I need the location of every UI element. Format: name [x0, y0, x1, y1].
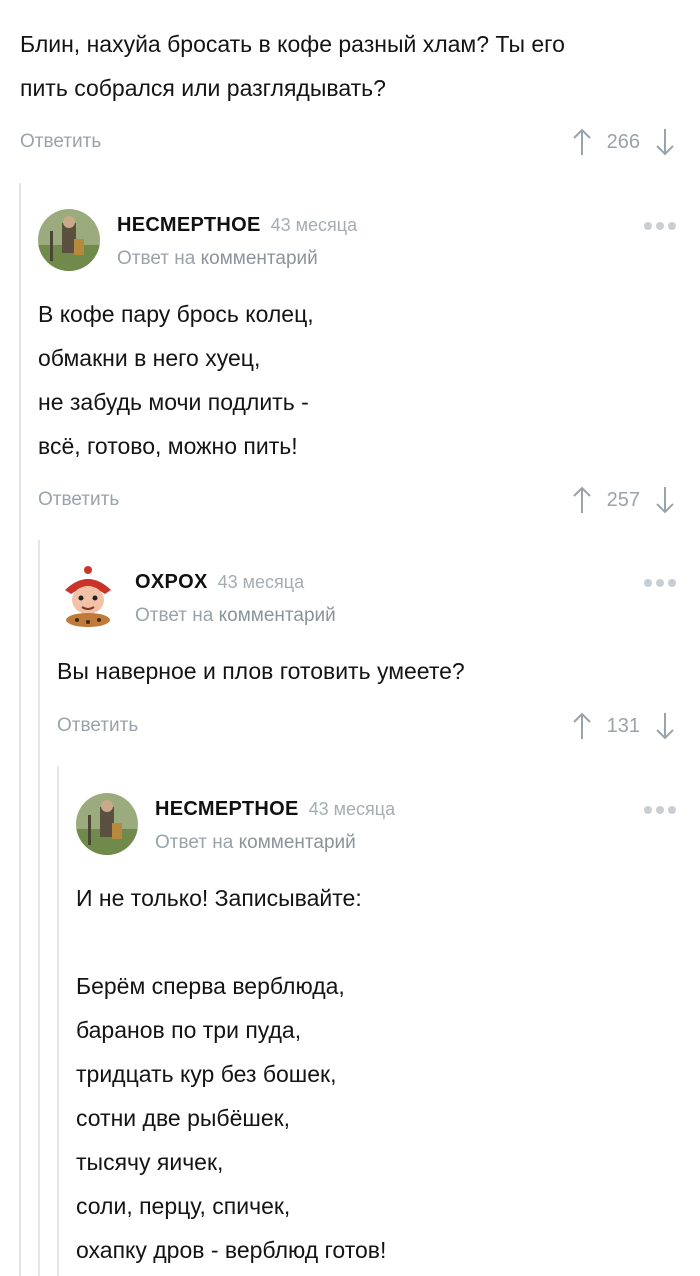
avatar-image: [76, 793, 138, 855]
reply-to-prefix: Ответ на: [155, 832, 234, 853]
reply-button[interactable]: Ответить: [38, 489, 119, 511]
comment-text: Вы наверное и плов готовить умеете?: [57, 658, 465, 684]
arrow-up-icon[interactable]: [571, 485, 593, 515]
thread-line[interactable]: [57, 766, 59, 1276]
vote-control: 266: [571, 127, 676, 157]
author-name[interactable]: НЕСМЕРТНОЕ: [155, 798, 299, 820]
poem-line-1: Берём сперва верблюда,: [76, 973, 345, 999]
author-name[interactable]: НЕСМЕРТНОЕ: [117, 214, 261, 236]
poem-line-7: охапку дров - верблюд готов!: [76, 1237, 387, 1263]
comment-header: НЕСМЕРТНОЕ 43 месяца: [117, 214, 357, 237]
arrow-up-icon[interactable]: [571, 127, 593, 157]
arrow-down-icon[interactable]: [654, 711, 676, 741]
comment-text-line-4: всё, готово, можно пить!: [38, 433, 298, 459]
reply-to-prefix: Ответ на: [117, 248, 196, 269]
author-name[interactable]: OXPOX: [135, 571, 208, 593]
reply-to: Ответ на комментарий: [117, 248, 318, 270]
poem-line-5: тысячу яичек,: [76, 1149, 224, 1175]
reply-button[interactable]: Ответить: [20, 131, 101, 153]
comment-text-line-3: не забудь мочи подлить -: [38, 389, 309, 415]
top-comment-text-line-1: Блин, нахуйа бросать в кофе разный хлам?…: [20, 31, 565, 57]
comment-header: НЕСМЕРТНОЕ 43 месяца: [155, 798, 395, 821]
score: 266: [606, 130, 640, 153]
avatar[interactable]: [57, 566, 119, 628]
reply-to-link[interactable]: комментарий: [219, 605, 336, 626]
comment-header: OXPOX 43 месяца: [135, 571, 304, 594]
vote-control: 131: [571, 711, 676, 741]
reply-to: Ответ на комментарий: [135, 605, 336, 627]
timestamp[interactable]: 43 месяца: [271, 215, 357, 235]
timestamp[interactable]: 43 месяца: [309, 799, 395, 819]
score: 257: [606, 488, 640, 511]
poem-line-6: соли, перцу, спичек,: [76, 1193, 291, 1219]
arrow-down-icon[interactable]: [654, 485, 676, 515]
poem-line-4: сотни две рыбёшек,: [76, 1105, 291, 1131]
comment-intro: И не только! Записывайте:: [76, 885, 362, 911]
comment-text-line-2: обмакни в него хуец,: [38, 345, 261, 371]
avatar[interactable]: [38, 209, 100, 271]
poem-line-2: баранов по три пуда,: [76, 1017, 302, 1043]
timestamp[interactable]: 43 месяца: [218, 572, 304, 592]
reply-to-prefix: Ответ на: [135, 605, 214, 626]
avatar-image: [65, 566, 111, 627]
more-dots-icon[interactable]: [644, 806, 676, 814]
thread-line[interactable]: [38, 540, 40, 1276]
arrow-up-icon[interactable]: [571, 711, 593, 741]
vote-control: 257: [571, 485, 676, 515]
reply-to: Ответ на комментарий: [155, 832, 356, 854]
score: 131: [606, 714, 640, 737]
comment-text-line-1: В кофе пару брось колец,: [38, 301, 314, 327]
avatar-image: [38, 209, 100, 271]
reply-to-link[interactable]: комментарий: [201, 248, 318, 269]
top-comment-text-line-2: пить собрался или разглядывать?: [20, 75, 386, 101]
avatar[interactable]: [76, 793, 138, 855]
arrow-down-icon[interactable]: [654, 127, 676, 157]
thread-line[interactable]: [19, 183, 21, 1276]
more-dots-icon[interactable]: [644, 579, 676, 587]
reply-button[interactable]: Ответить: [57, 715, 138, 737]
poem-line-3: тридцать кур без бошек,: [76, 1061, 337, 1087]
reply-to-link[interactable]: комментарий: [239, 832, 356, 853]
more-dots-icon[interactable]: [644, 222, 676, 230]
